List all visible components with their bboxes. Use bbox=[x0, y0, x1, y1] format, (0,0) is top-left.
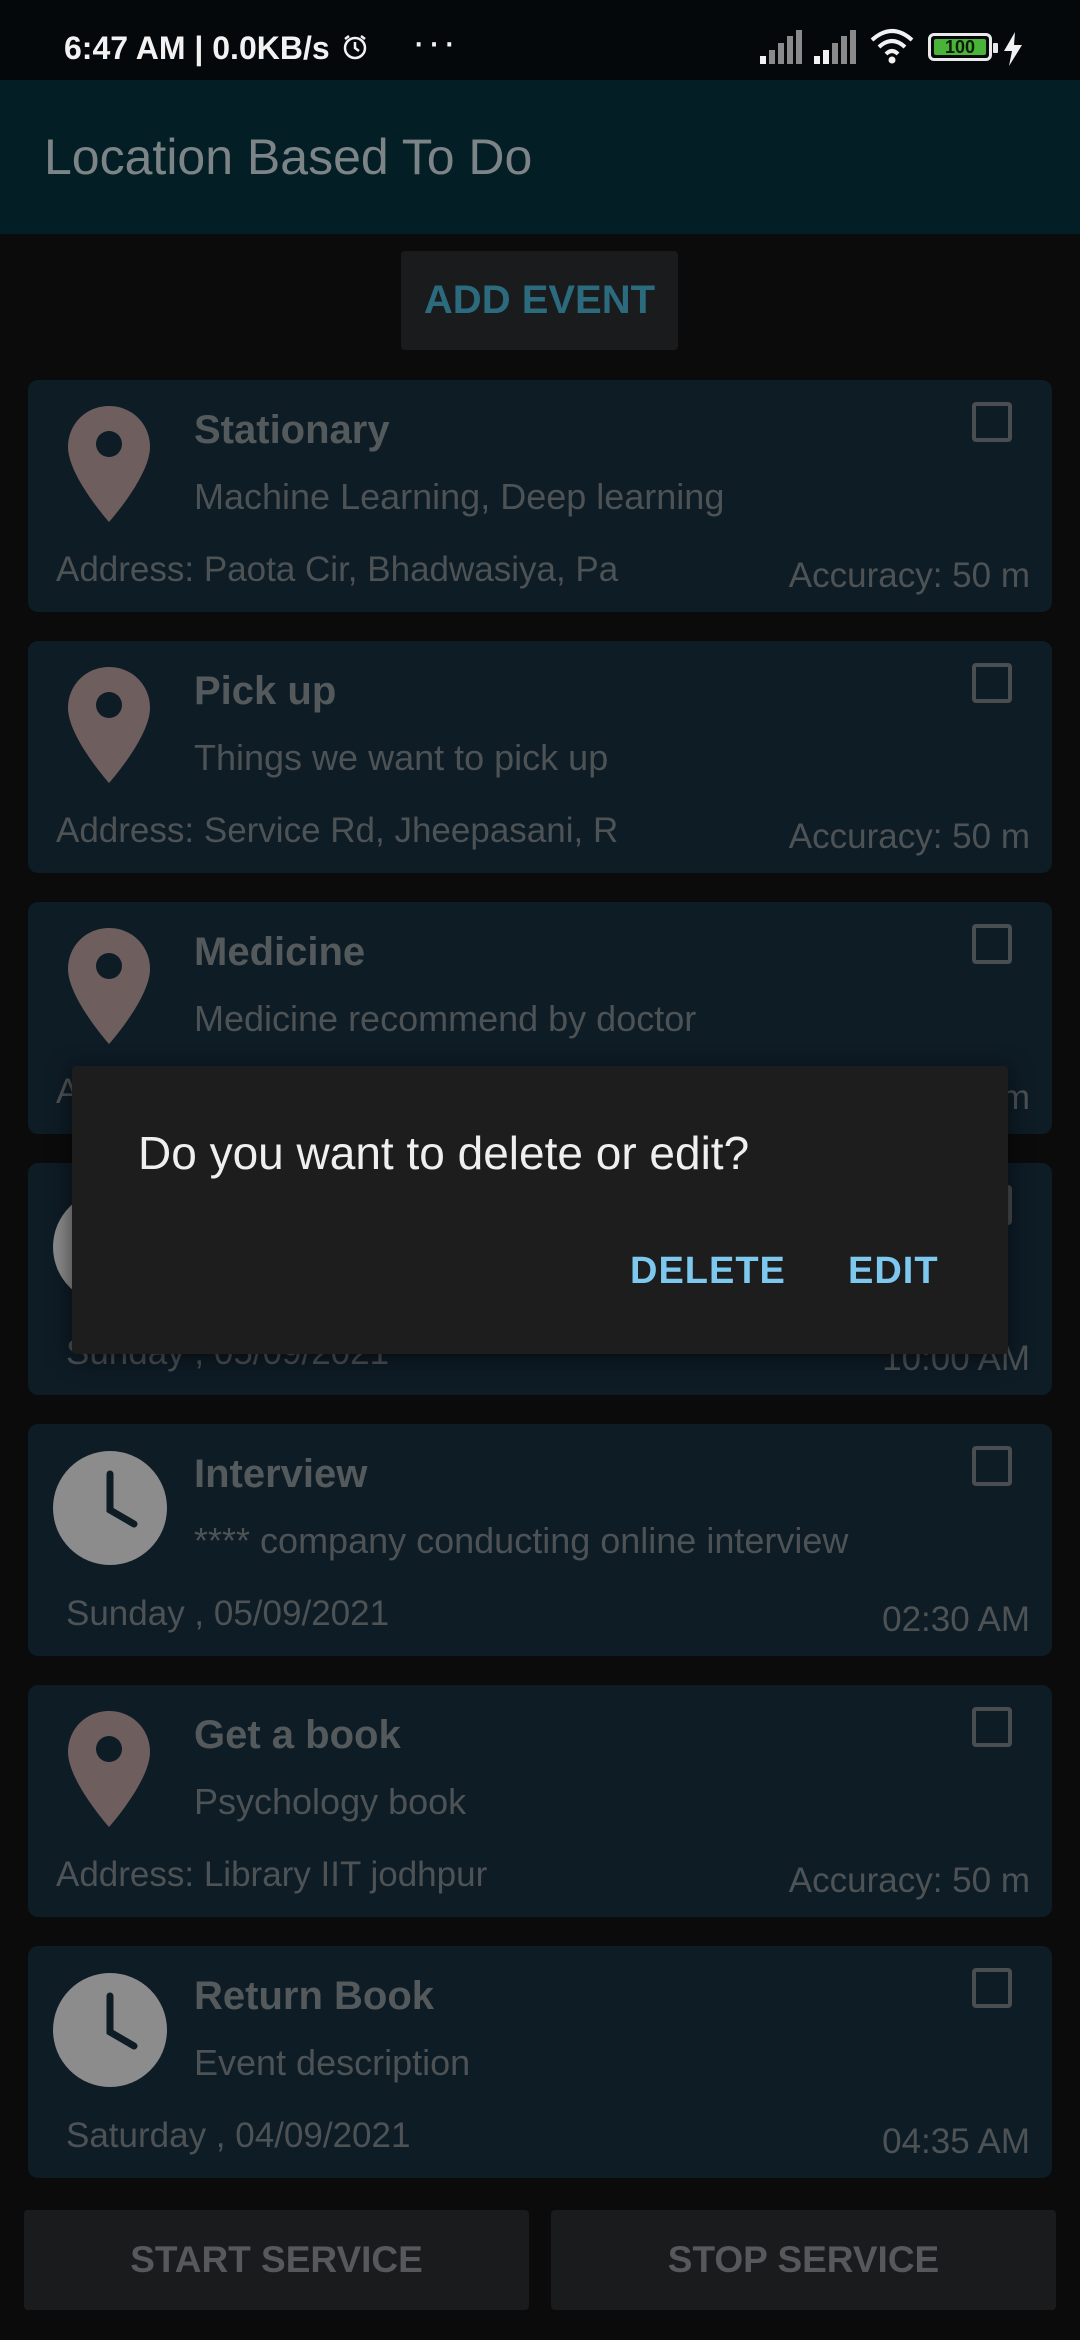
event-description: Things we want to pick up bbox=[194, 737, 609, 778]
event-date: Sunday , 05/09/2021 bbox=[66, 1594, 390, 1633]
clock-icon bbox=[53, 1973, 167, 2087]
event-description: Event description bbox=[194, 2042, 471, 2083]
event-time: 04:35 AM bbox=[882, 2122, 1030, 2161]
event-address: Address: Service Rd, Jheepasani, R bbox=[56, 811, 619, 850]
dialog-message: Do you want to delete or edit? bbox=[138, 1127, 750, 1179]
charging-icon bbox=[1004, 32, 1022, 66]
event-checkbox[interactable] bbox=[972, 1707, 1012, 1747]
event-accuracy: Accuracy: 50 m bbox=[788, 1861, 1030, 1900]
stop-service-button[interactable]: STOP SERVICE bbox=[551, 2210, 1056, 2310]
wifi-icon bbox=[870, 29, 914, 64]
app-title: Location Based To Do bbox=[44, 129, 533, 185]
event-title: Medicine bbox=[194, 930, 366, 974]
app-bar: Location Based To Do bbox=[0, 80, 1080, 234]
event-title: Return Book bbox=[194, 1974, 434, 2018]
event-description: **** company conducting online interview bbox=[194, 1520, 849, 1561]
event-date: Saturday , 04/09/2021 bbox=[66, 2116, 411, 2155]
delete-button[interactable]: DELETE bbox=[630, 1250, 786, 1293]
event-checkbox[interactable] bbox=[972, 1446, 1012, 1486]
signal-icon bbox=[814, 30, 856, 64]
event-title: Stationary bbox=[194, 408, 390, 452]
start-service-button[interactable]: START SERVICE bbox=[24, 2210, 529, 2310]
event-title: Get a book bbox=[194, 1713, 401, 1757]
event-accuracy: Accuracy: 50 m bbox=[788, 556, 1030, 595]
status-time: 6:47 AM | 0.0KB/s bbox=[64, 30, 330, 66]
event-checkbox[interactable] bbox=[972, 924, 1012, 964]
event-title: Pick up bbox=[194, 669, 337, 713]
edit-button[interactable]: EDIT bbox=[848, 1250, 939, 1293]
event-card[interactable]: Interview **** company conducting online… bbox=[28, 1424, 1052, 1656]
signal-icon bbox=[760, 30, 802, 64]
event-time: 02:30 AM bbox=[882, 1600, 1030, 1639]
status-bar: 6:47 AM | 0.0KB/s ··· 100 bbox=[0, 0, 1080, 80]
add-event-button[interactable]: ADD EVENT bbox=[401, 251, 678, 350]
event-checkbox[interactable] bbox=[972, 402, 1012, 442]
clock-icon bbox=[53, 1451, 167, 1565]
event-accuracy: Accuracy: 50 m bbox=[788, 817, 1030, 856]
location-pin-icon bbox=[68, 1711, 150, 1827]
location-pin-icon bbox=[68, 406, 150, 522]
event-address: Address: Paota Cir, Bhadwasiya, Pa bbox=[56, 550, 619, 589]
alarm-icon bbox=[343, 35, 367, 60]
battery-level: 100 bbox=[934, 38, 986, 56]
location-pin-icon bbox=[68, 928, 150, 1044]
battery-icon: 100 bbox=[928, 33, 998, 61]
delete-edit-dialog: Do you want to delete or edit? DELETE ED… bbox=[72, 1066, 1008, 1354]
event-card[interactable]: Pick up Things we want to pick up Addres… bbox=[28, 641, 1052, 873]
event-description: Medicine recommend by doctor bbox=[194, 998, 697, 1039]
event-card[interactable]: Return Book Event description Saturday ,… bbox=[28, 1946, 1052, 2178]
event-card[interactable]: Stationary Machine Learning, Deep learni… bbox=[28, 380, 1052, 612]
event-title: Interview bbox=[194, 1452, 368, 1496]
location-pin-icon bbox=[68, 667, 150, 783]
event-card[interactable]: Get a book Psychology book Address: Libr… bbox=[28, 1685, 1052, 1917]
event-description: Machine Learning, Deep learning bbox=[194, 476, 725, 517]
event-checkbox[interactable] bbox=[972, 1968, 1012, 2008]
more-notifications-icon: ··· bbox=[412, 20, 458, 64]
event-checkbox[interactable] bbox=[972, 663, 1012, 703]
event-description: Psychology book bbox=[194, 1781, 467, 1822]
event-address: Address: Library IIT jodhpur bbox=[56, 1855, 488, 1894]
